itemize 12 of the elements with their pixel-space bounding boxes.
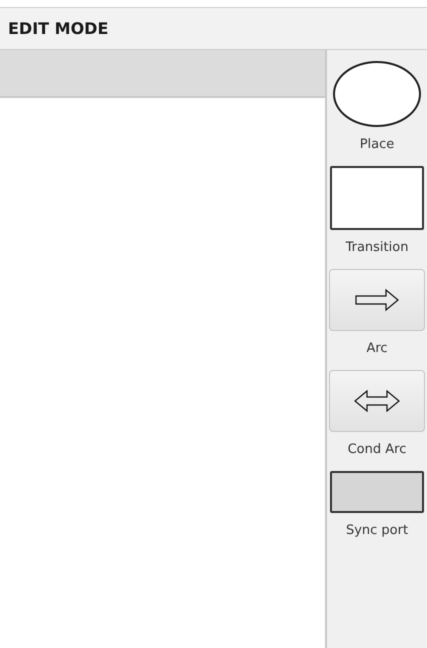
tool-label: Sync port [346,523,408,538]
tool-label: Place [360,137,394,152]
cond-arc-tool-button[interactable] [329,370,425,432]
transition-tool[interactable] [330,166,424,230]
arc-tool-button[interactable] [329,269,425,331]
tool-label: Cond Arc [348,442,406,457]
right-arrow-icon [354,287,400,313]
tool-label: Arc [366,341,388,356]
tool-label: Transition [346,240,408,255]
mode-title: EDIT MODE [8,19,108,38]
sync-port-tool[interactable] [330,471,424,513]
double-arrow-icon [353,388,401,414]
